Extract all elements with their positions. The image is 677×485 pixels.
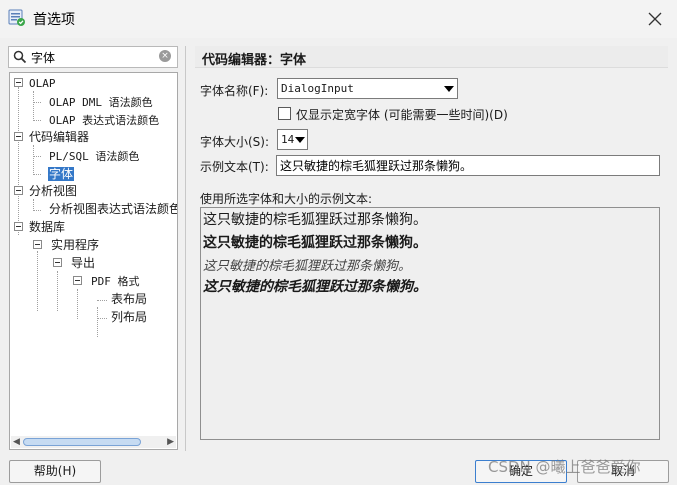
tree-item-column-layout[interactable]: 列布局 — [110, 308, 148, 326]
collapse-icon[interactable] — [14, 186, 23, 195]
font-size-label: 字体大小(S): — [200, 135, 270, 149]
collapse-icon[interactable] — [73, 276, 82, 285]
tree-item-database[interactable]: 数据库 — [10, 218, 66, 236]
font-name-label: 字体名称(F): — [200, 84, 269, 98]
font-name-value: DialogInput — [281, 82, 354, 95]
tree-item-font[interactable]: 字体 — [48, 165, 75, 183]
tree-item-olap[interactable]: OLAP — [10, 74, 57, 92]
font-size-value: 14 — [281, 133, 295, 146]
cancel-button[interactable]: 取消 — [577, 460, 669, 483]
chevron-down-icon — [295, 137, 305, 143]
collapse-icon[interactable] — [14, 78, 23, 87]
sample-text-input[interactable] — [276, 155, 660, 176]
collapse-icon[interactable] — [33, 240, 42, 249]
search-box: × — [8, 46, 178, 68]
scroll-right-icon[interactable]: ▶ — [167, 436, 174, 448]
close-button[interactable] — [643, 7, 667, 31]
fixed-width-only-label[interactable]: 仅显示定宽字体 (可能需要一些时间)(D) — [296, 106, 508, 123]
preview-label: 使用所选字体和大小的示例文本: — [200, 192, 373, 206]
tree-item-analytic-views[interactable]: 分析视图 — [10, 182, 78, 200]
font-size-select[interactable]: 14 — [277, 129, 308, 150]
preferences-tree: OLAP OLAP DML 语法颜色 OLAP 表达式语法颜色 代码编辑器 PL… — [9, 72, 178, 450]
fixed-width-only-checkbox[interactable] — [278, 107, 291, 120]
preview-bold-italic: 这只敏捷的棕毛狐狸跃过那条懒狗。 — [203, 279, 427, 295]
tree-item-utilities[interactable]: 实用程序 — [30, 236, 100, 254]
tree-item-pdf-format[interactable]: PDF 格式 — [70, 272, 141, 290]
title-bar: 首选项 — [0, 0, 677, 38]
panel-divider[interactable] — [185, 46, 186, 451]
scroll-left-icon[interactable]: ◀ — [13, 436, 20, 448]
font-name-select[interactable]: DialogInput — [277, 78, 458, 99]
preview-bold: 这只敏捷的棕毛狐狸跃过那条懒狗。 — [203, 235, 427, 251]
panel-title: 代码编辑器：字体 — [202, 53, 307, 68]
preview-plain: 这只敏捷的棕毛狐狸跃过那条懒狗。 — [203, 212, 427, 228]
tree-item-table-layout[interactable]: 表布局 — [110, 290, 148, 308]
search-input[interactable] — [31, 49, 151, 65]
sample-text-label: 示例文本(T): — [200, 160, 269, 174]
font-preview-area: 这只敏捷的棕毛狐狸跃过那条懒狗。 这只敏捷的棕毛狐狸跃过那条懒狗。 这只敏捷的棕… — [200, 207, 660, 440]
panel-header: 代码编辑器：字体 — [195, 46, 668, 68]
search-icon — [13, 50, 27, 64]
tree-item-olap-dml-syntax-colors[interactable]: OLAP DML 语法颜色 — [48, 93, 154, 111]
preview-italic: 这只敏捷的棕毛狐狸跃过那条懒狗。 — [203, 259, 412, 274]
tree-item-code-editor[interactable]: 代码编辑器 — [10, 128, 90, 146]
ok-button[interactable]: 确定 — [475, 460, 567, 483]
close-icon — [648, 12, 662, 26]
collapse-icon[interactable] — [53, 258, 62, 267]
tree-item-olap-expression-syntax-colors[interactable]: OLAP 表达式语法颜色 — [48, 111, 160, 129]
collapse-icon[interactable] — [14, 132, 23, 141]
tree-item-export[interactable]: 导出 — [50, 254, 96, 272]
tree-item-plsql-syntax-colors[interactable]: PL/SQL 语法颜色 — [48, 147, 140, 165]
clear-search-icon[interactable]: × — [159, 50, 171, 62]
help-button[interactable]: 帮助(H) — [9, 460, 101, 483]
preferences-app-icon — [8, 9, 25, 26]
scrollbar-thumb[interactable] — [23, 438, 141, 446]
collapse-icon[interactable] — [14, 222, 23, 231]
window-title: 首选项 — [33, 12, 75, 28]
chevron-down-icon — [444, 86, 454, 92]
tree-item-analytic-view-expression-syntax-colors[interactable]: 分析视图表达式语法颜色 — [48, 200, 177, 218]
tree-horizontal-scrollbar[interactable]: ◀ ▶ — [11, 436, 176, 448]
